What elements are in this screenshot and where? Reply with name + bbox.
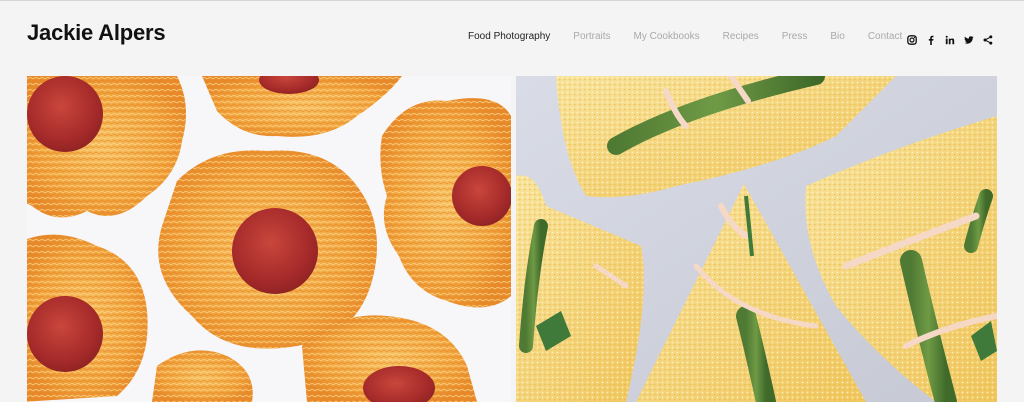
site-title[interactable]: Jackie Alpers: [27, 20, 166, 46]
linkedin-icon[interactable]: [945, 32, 955, 45]
facebook-icon[interactable]: [926, 32, 936, 45]
nav-food-photography[interactable]: Food Photography: [468, 31, 550, 42]
social-links: [907, 32, 993, 45]
nav-recipes[interactable]: Recipes: [723, 31, 759, 42]
main-nav: Food Photography Portraits My Cookbooks …: [468, 31, 925, 42]
flatbread-okra-photo[interactable]: [516, 76, 997, 402]
instagram-icon[interactable]: [907, 32, 917, 45]
twitter-icon[interactable]: [964, 32, 974, 44]
nav-my-cookbooks[interactable]: My Cookbooks: [634, 31, 700, 42]
cheese-crisps-photo[interactable]: [27, 76, 511, 402]
photo-gallery: [27, 76, 997, 402]
nav-contact[interactable]: Contact: [868, 31, 902, 42]
nav-press[interactable]: Press: [782, 31, 808, 42]
top-border: [0, 0, 1024, 1]
share-icon[interactable]: [983, 32, 993, 45]
nav-portraits[interactable]: Portraits: [573, 31, 610, 42]
nav-bio[interactable]: Bio: [830, 31, 844, 42]
